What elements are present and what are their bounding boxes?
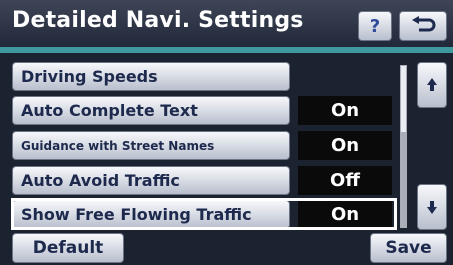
guidance-street-names-button[interactable]: Guidance with Street Names (12, 131, 290, 160)
scroll-down-button[interactable] (417, 184, 447, 230)
scroll-up-button[interactable] (417, 62, 447, 108)
driving-speeds-button[interactable]: Driving Speeds (12, 62, 290, 91)
guidance-street-names-label: Guidance with Street Names (21, 138, 215, 153)
save-button[interactable]: Save (370, 233, 447, 263)
help-label: ? (369, 15, 381, 37)
title-divider (0, 47, 453, 53)
scrollbar-thumb[interactable] (401, 66, 406, 132)
default-button[interactable]: Default (12, 233, 124, 263)
auto-complete-text-label: Auto Complete Text (21, 101, 198, 120)
selection-highlight (11, 198, 397, 230)
auto-complete-text-button[interactable]: Auto Complete Text (12, 96, 290, 125)
save-label: Save (385, 238, 432, 258)
scroll-down-icon (427, 201, 437, 214)
guidance-street-names-value: On (298, 131, 392, 160)
default-label: Default (32, 238, 104, 258)
scroll-up-icon (427, 78, 437, 91)
page-title: Detailed Navi. Settings (12, 8, 304, 33)
back-arrow-icon (412, 16, 436, 32)
navi-settings-screen: Detailed Navi. Settings ? Driving Speeds… (0, 0, 453, 265)
help-button[interactable]: ? (358, 11, 392, 41)
auto-avoid-traffic-value: Off (298, 166, 392, 195)
auto-avoid-traffic-button[interactable]: Auto Avoid Traffic (12, 166, 290, 195)
title-bar: Detailed Navi. Settings ? (0, 0, 453, 47)
driving-speeds-label: Driving Speeds (21, 67, 158, 86)
auto-avoid-traffic-label: Auto Avoid Traffic (21, 171, 180, 190)
auto-complete-text-value: On (298, 96, 392, 125)
back-button[interactable] (399, 11, 447, 41)
